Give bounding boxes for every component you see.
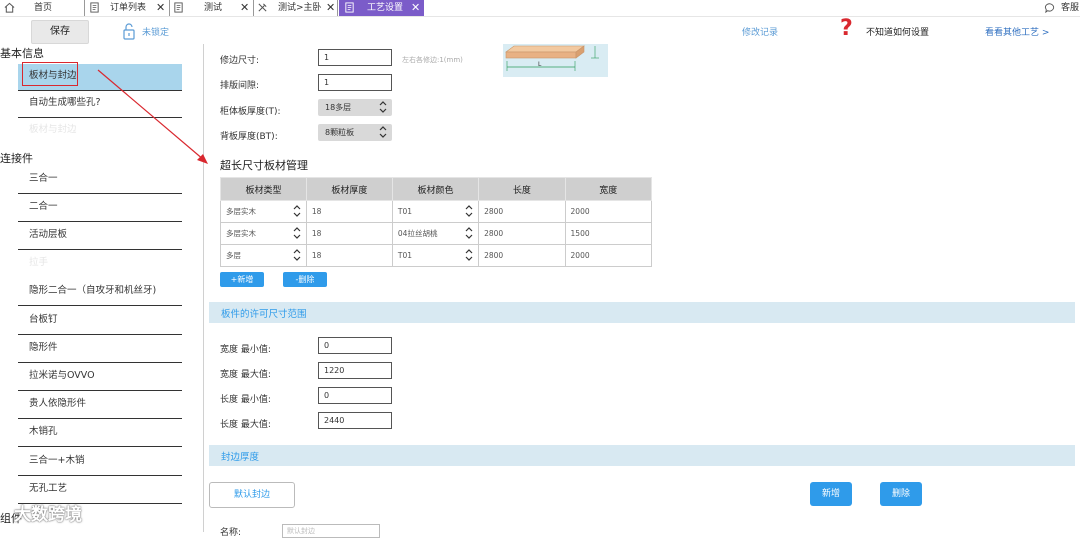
back-thickness-select[interactable]: 8颗粒板	[318, 124, 392, 141]
width-cell[interactable]: 2000	[564, 200, 653, 223]
table-row: 多层实木 18 T01 2800 2000	[220, 200, 653, 223]
table-row: 多层 18 T01 2800 2000	[220, 244, 653, 267]
board-thickness-cell[interactable]: 18	[305, 222, 393, 245]
trim-hint: 左右各修边:1(mm)	[402, 56, 463, 64]
width-max-input[interactable]: 1220	[318, 362, 392, 379]
board-color-select[interactable]: T01	[391, 200, 480, 223]
range-label: 宽度 最大值:	[220, 370, 271, 380]
oversize-table: 板材类型 板材厚度 板材颜色 长度 宽度 多层实木 18 T01 2800 20…	[220, 177, 653, 267]
board-thickness-cell[interactable]: 18	[305, 200, 393, 223]
watermark: 大数跨境	[14, 505, 82, 525]
board-color-select[interactable]: T01	[391, 244, 480, 267]
updown-icon	[293, 249, 301, 261]
updown-icon	[465, 205, 473, 217]
updown-icon	[379, 101, 387, 113]
trim-size-input[interactable]: 1	[318, 49, 392, 66]
updown-icon	[293, 205, 301, 217]
range-label: 长度 最大值:	[220, 420, 271, 430]
length-max-input[interactable]: 2440	[318, 412, 392, 429]
layout-gap-input[interactable]: 1	[318, 74, 392, 91]
updown-icon	[293, 227, 301, 239]
column-header: 长度	[478, 177, 566, 201]
range-label: 宽度 最小值:	[220, 345, 271, 355]
column-header: 板材颜色	[391, 177, 480, 201]
default-edge-button[interactable]: 默认封边	[209, 482, 295, 508]
cabinet-thickness-label: 柜体板厚度(T):	[220, 107, 281, 117]
board-thickness-cell[interactable]: 18	[305, 244, 393, 267]
width-min-input[interactable]: 0	[318, 337, 392, 354]
width-cell[interactable]: 1500	[564, 222, 653, 245]
edge-name-input[interactable]: 默认封边	[282, 524, 380, 538]
board-type-select[interactable]: 多层实木	[220, 222, 307, 245]
board-diagram: L	[503, 44, 608, 77]
length-cell[interactable]: 2800	[478, 244, 566, 267]
length-cell[interactable]: 2800	[478, 222, 566, 245]
length-min-input[interactable]: 0	[318, 387, 392, 404]
updown-icon	[379, 126, 387, 138]
add-row-button[interactable]: +新增	[220, 272, 264, 287]
column-header: 宽度	[564, 177, 653, 201]
add-edge-button[interactable]: 新增	[810, 482, 852, 506]
column-header: 板材类型	[220, 177, 307, 201]
board-type-select[interactable]: 多层	[220, 244, 307, 267]
length-cell[interactable]: 2800	[478, 200, 566, 223]
updown-icon	[465, 227, 473, 239]
width-cell[interactable]: 2000	[564, 244, 653, 267]
table-header-row: 板材类型 板材厚度 板材颜色 长度 宽度	[220, 177, 653, 201]
table-row: 多层实木 18 04拉丝胡桃 2800 1500	[220, 222, 653, 245]
board-type-select[interactable]: 多层实木	[220, 200, 307, 223]
updown-icon	[465, 249, 473, 261]
trim-size-label: 修边尺寸:	[220, 56, 260, 66]
range-section-header: 板件的许可尺寸范围	[209, 302, 1075, 323]
column-header: 板材厚度	[305, 177, 393, 201]
cabinet-thickness-select[interactable]: 18多层	[318, 99, 392, 116]
edge-section-header: 封边厚度	[209, 445, 1075, 466]
delete-edge-button[interactable]: 删除	[880, 482, 922, 506]
delete-row-button[interactable]: -删除	[283, 272, 327, 287]
board-color-select[interactable]: 04拉丝胡桃	[391, 222, 480, 245]
oversize-title: 超长尺寸板材管理	[220, 159, 308, 172]
layout-gap-label: 排版间隙:	[220, 81, 260, 91]
back-thickness-label: 背板厚度(BT):	[220, 132, 278, 142]
range-label: 长度 最小值:	[220, 395, 271, 405]
board-illustration	[505, 45, 599, 71]
